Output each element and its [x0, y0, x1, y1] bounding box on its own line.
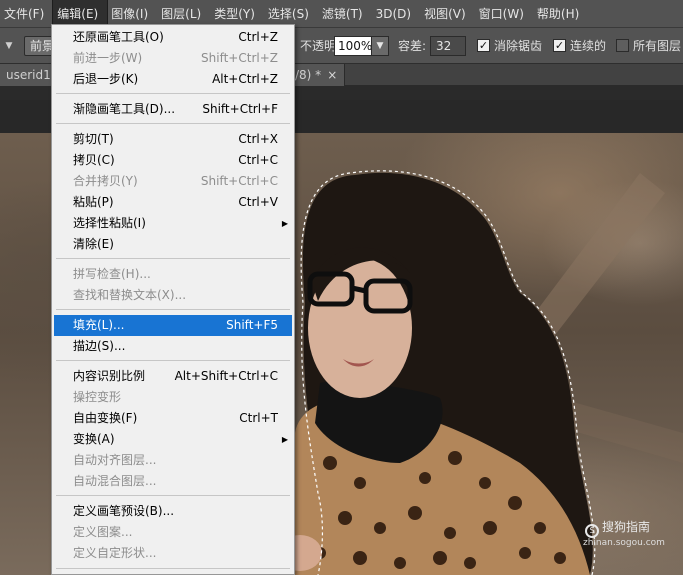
- close-icon[interactable]: ×: [327, 68, 337, 82]
- menu-item-label: 定义图案...: [73, 525, 133, 539]
- watermark-brand: 搜狗指南: [602, 520, 651, 534]
- menu-item-stroke[interactable]: 描边(S)...: [54, 336, 292, 357]
- menu-help[interactable]: 帮助(H): [533, 0, 588, 28]
- menu-item-define-brush[interactable]: 定义画笔预设(B)...: [54, 501, 292, 522]
- menu-item-label: 描边(S)...: [73, 339, 126, 353]
- menu-item-auto-align-layers[interactable]: 自动对齐图层...: [54, 450, 292, 471]
- menu-separator: [56, 360, 290, 361]
- menu-item-label: 合并拷贝(Y): [73, 174, 138, 188]
- menu-item-label: 填充(L)...: [73, 318, 125, 332]
- menu-item-define-pattern[interactable]: 定义图案...: [54, 522, 292, 543]
- menu-window[interactable]: 窗口(W): [475, 0, 533, 28]
- menu-item-shortcut: Alt+Shift+Ctrl+C: [174, 369, 278, 383]
- menu-item-undo[interactable]: 还原画笔工具(O) Ctrl+Z: [54, 27, 292, 48]
- menu-item-define-shape[interactable]: 定义自定形状...: [54, 543, 292, 564]
- menu-item-shortcut: Ctrl+Z: [238, 30, 278, 44]
- menu-item-label: 拷贝(C): [73, 153, 115, 167]
- menu-item-copy[interactable]: 拷贝(C) Ctrl+C: [54, 150, 292, 171]
- tool-preset-picker[interactable]: ▼: [2, 36, 16, 56]
- tolerance-input[interactable]: 32: [430, 36, 466, 56]
- menu-separator: [56, 93, 290, 94]
- menu-item-shortcut: Shift+Ctrl+F: [202, 102, 278, 116]
- document-tab-active[interactable]: /8) * ×: [295, 64, 345, 86]
- menu-item-content-aware-scale[interactable]: 内容识别比例 Alt+Shift+Ctrl+C: [54, 366, 292, 387]
- menu-item-label: 渐隐画笔工具(D)...: [73, 102, 176, 116]
- menu-item-shortcut: Shift+F5: [226, 318, 278, 332]
- menu-item-auto-blend-layers[interactable]: 自动混合图层...: [54, 471, 292, 492]
- document-tab-suffix: /8) *: [295, 68, 322, 82]
- tolerance-label: 容差:: [398, 39, 427, 53]
- watermark-url: zhinan.sogou.com: [583, 538, 665, 548]
- check-icon: ✓: [554, 39, 565, 52]
- menu-item-spell-check[interactable]: 拼写检查(H)...: [54, 264, 292, 285]
- menu-3d[interactable]: 3D(D): [372, 0, 420, 28]
- menu-item-label: 定义画笔预设(B)...: [73, 504, 175, 518]
- menu-item-label: 查找和替换文本(X)...: [73, 288, 187, 302]
- menu-file[interactable]: 文件(F): [0, 0, 53, 28]
- menu-item-paste[interactable]: 粘贴(P) Ctrl+V: [54, 192, 292, 213]
- menu-item-shortcut: Ctrl+V: [238, 195, 278, 209]
- menu-item-label: 内容识别比例: [73, 369, 146, 383]
- chevron-down-icon: ▼: [376, 41, 384, 51]
- antialias-checkbox[interactable]: ✓: [477, 39, 490, 52]
- menu-item-label: 剪切(T): [73, 132, 114, 146]
- menu-separator: [56, 258, 290, 259]
- menu-item-cut[interactable]: 剪切(T) Ctrl+X: [54, 129, 292, 150]
- menu-item-label: 还原画笔工具(O): [73, 30, 164, 44]
- menu-separator: [56, 495, 290, 496]
- menu-item-shortcut: Shift+Ctrl+Z: [201, 51, 278, 65]
- opacity-dropdown-button[interactable]: ▼: [371, 36, 389, 56]
- all-layers-checkbox[interactable]: [616, 39, 629, 52]
- menu-item-paste-special[interactable]: 选择性粘贴(I) ▶: [54, 213, 292, 234]
- menu-item-label: 后退一步(K): [73, 72, 139, 86]
- watermark: S 搜狗指南: [585, 518, 650, 538]
- contiguous-checkbox[interactable]: ✓: [553, 39, 566, 52]
- menu-item-label: 自由变换(F): [73, 411, 138, 425]
- menu-filter[interactable]: 滤镜(T): [318, 0, 372, 28]
- menu-item-label: 选择性粘贴(I): [73, 216, 146, 230]
- menu-item-label: 拼写检查(H)...: [73, 267, 151, 281]
- menu-item-shortcut: Ctrl+X: [238, 132, 278, 146]
- menu-item-free-transform[interactable]: 自由变换(F) Ctrl+T: [54, 408, 292, 429]
- contiguous-label: 连续的: [570, 39, 607, 53]
- submenu-arrow-icon: ▶: [281, 219, 288, 228]
- document-tab[interactable]: userid12: [0, 64, 58, 86]
- menu-item-step-forward[interactable]: 前进一步(W) Shift+Ctrl+Z: [54, 48, 292, 69]
- menu-item-copy-merged[interactable]: 合并拷贝(Y) Shift+Ctrl+C: [54, 171, 292, 192]
- menu-item-fade[interactable]: 渐隐画笔工具(D)... Shift+Ctrl+F: [54, 99, 292, 120]
- menu-view[interactable]: 视图(V): [420, 0, 475, 28]
- chevron-down-icon: ▼: [5, 41, 13, 51]
- menu-item-label: 定义自定形状...: [73, 546, 157, 560]
- menu-item-find-replace[interactable]: 查找和替换文本(X)...: [54, 285, 292, 306]
- menu-item-label: 清除(E): [73, 237, 114, 251]
- menu-item-label: 前进一步(W): [73, 51, 143, 65]
- all-layers-label: 所有图层: [633, 39, 682, 53]
- menu-item-label: 粘贴(P): [73, 195, 114, 209]
- sogou-logo-icon: S: [585, 524, 599, 538]
- menu-item-label: 操控变形: [73, 390, 122, 404]
- antialias-label: 消除锯齿: [494, 39, 543, 53]
- menu-item-clear[interactable]: 清除(E): [54, 234, 292, 255]
- menu-item-shortcut: Alt+Ctrl+Z: [212, 72, 278, 86]
- menu-item-label: 自动对齐图层...: [73, 453, 157, 467]
- menu-item-shortcut: Ctrl+T: [239, 411, 278, 425]
- menu-item-step-backward[interactable]: 后退一步(K) Alt+Ctrl+Z: [54, 69, 292, 90]
- menu-separator: [56, 568, 290, 569]
- menu-item-label: 自动混合图层...: [73, 474, 157, 488]
- menu-item-transform[interactable]: 变换(A) ▶: [54, 429, 292, 450]
- menu-item-shortcut: Shift+Ctrl+C: [200, 174, 278, 188]
- menu-separator: [56, 123, 290, 124]
- menu-separator: [56, 309, 290, 310]
- menu-item-label: 变换(A): [73, 432, 115, 446]
- check-icon: ✓: [478, 39, 489, 52]
- edit-menu-dropdown: 还原画笔工具(O) Ctrl+Z 前进一步(W) Shift+Ctrl+Z 后退一步…: [51, 24, 295, 575]
- opacity-input[interactable]: 100%: [334, 36, 372, 56]
- menu-item-puppet-warp[interactable]: 操控变形: [54, 387, 292, 408]
- menu-item-shortcut: Ctrl+C: [238, 153, 278, 167]
- menu-item-fill[interactable]: 填充(L)... Shift+F5: [54, 315, 292, 336]
- submenu-arrow-icon: ▶: [281, 435, 288, 444]
